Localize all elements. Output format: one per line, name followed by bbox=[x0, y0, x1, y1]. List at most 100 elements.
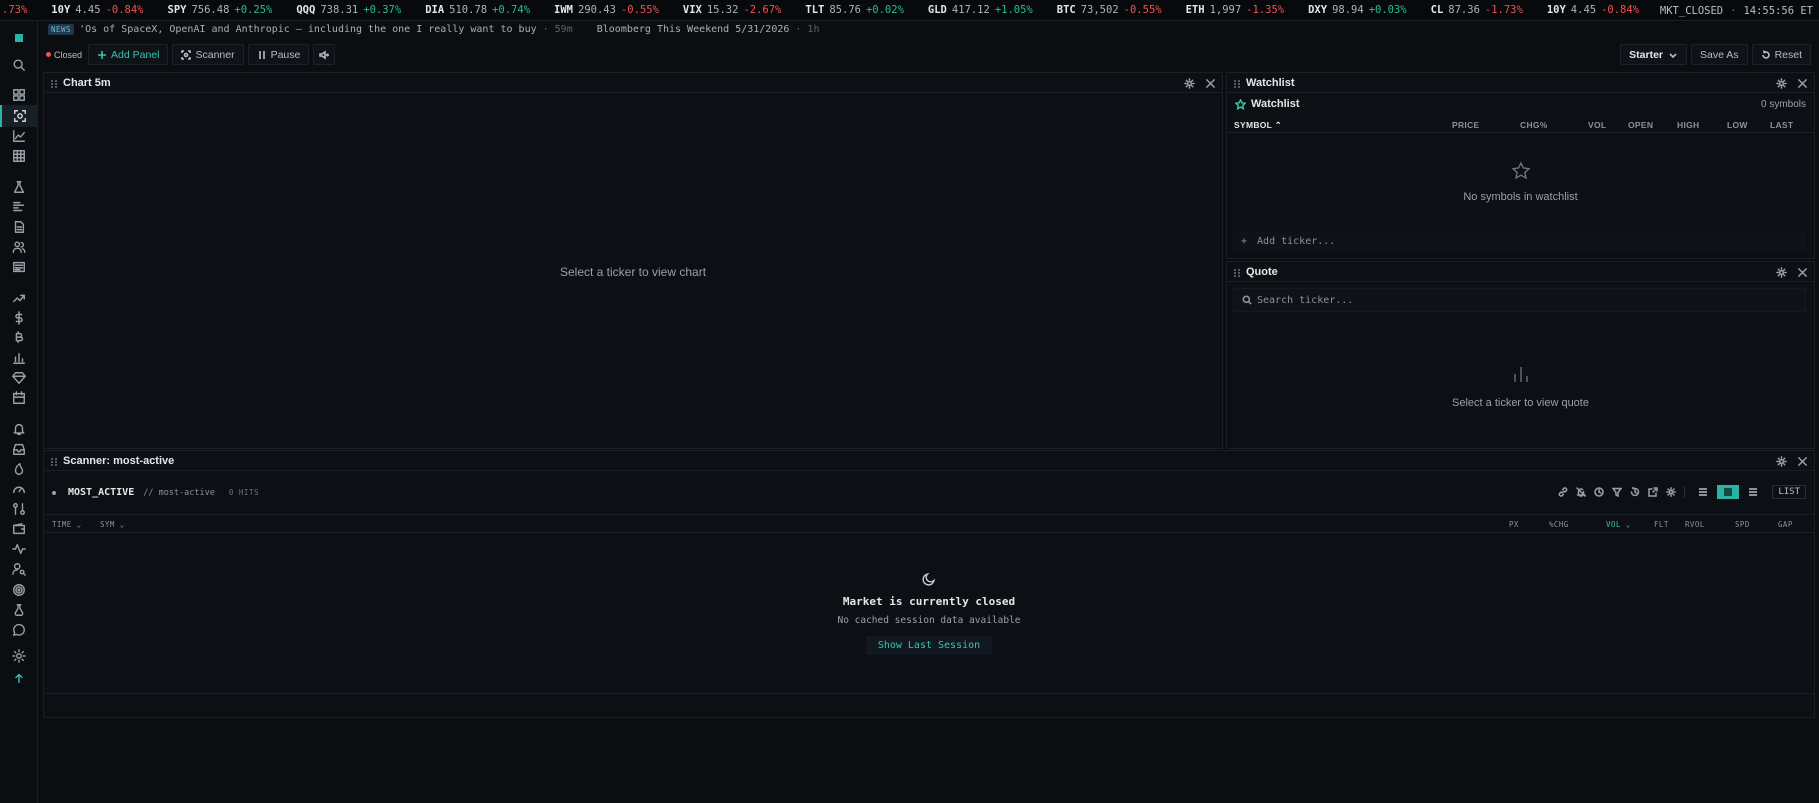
panel-header[interactable]: Scanner: most-active bbox=[44, 451, 1814, 471]
close-icon[interactable] bbox=[1796, 266, 1808, 278]
bars-icon[interactable] bbox=[8, 196, 30, 218]
history-icon[interactable] bbox=[1628, 485, 1642, 499]
show-last-session-button[interactable]: Show Last Session bbox=[865, 636, 993, 655]
news-headline[interactable]: Bloomberg This Weekend 5/31/2026 bbox=[597, 24, 790, 35]
ticker-item[interactable]: .73% bbox=[2, 4, 27, 16]
calendar-icon[interactable] bbox=[8, 387, 30, 409]
save-as-button[interactable]: Save As bbox=[1691, 44, 1748, 65]
close-icon[interactable] bbox=[1796, 77, 1808, 89]
link-icon[interactable] bbox=[1556, 485, 1570, 499]
trending-up-icon[interactable] bbox=[8, 287, 30, 309]
col-pctchg[interactable]: %CHG bbox=[1549, 520, 1569, 529]
col-low[interactable]: LOW bbox=[1727, 120, 1748, 130]
scanner-nav-icon[interactable] bbox=[0, 105, 38, 127]
col-gap[interactable]: GAP bbox=[1778, 520, 1793, 529]
search-icon[interactable] bbox=[8, 54, 30, 76]
col-open[interactable]: OPEN bbox=[1628, 120, 1653, 130]
ticker-item[interactable]: DXY 98.94 +0.03% bbox=[1308, 4, 1407, 16]
drag-handle-icon[interactable] bbox=[50, 78, 58, 88]
gear-icon[interactable] bbox=[1775, 77, 1787, 89]
close-icon[interactable] bbox=[1796, 455, 1808, 467]
mute-button[interactable] bbox=[313, 44, 336, 65]
table-icon[interactable] bbox=[8, 145, 30, 167]
drag-handle-icon[interactable] bbox=[1233, 267, 1241, 277]
col-last[interactable]: LAST bbox=[1770, 120, 1793, 130]
arrow-up-icon[interactable] bbox=[8, 667, 30, 689]
gear-icon[interactable] bbox=[1775, 266, 1787, 278]
col-vol[interactable]: VOL ⌄ bbox=[1606, 520, 1631, 529]
news-headline[interactable]: 'Os of SpaceX, OpenAI and Anthropic — in… bbox=[79, 24, 537, 35]
col-price[interactable]: PRICE bbox=[1452, 120, 1479, 130]
document-icon[interactable] bbox=[8, 216, 30, 238]
layout-select[interactable]: Starter bbox=[1620, 44, 1688, 65]
dashboard-icon[interactable] bbox=[8, 84, 30, 106]
col-flt[interactable]: FLT bbox=[1654, 520, 1669, 529]
user-search-icon[interactable] bbox=[8, 558, 30, 580]
filter-icon[interactable] bbox=[1610, 485, 1624, 499]
ticker-item[interactable]: BTC 73,502 -0.55% bbox=[1057, 4, 1162, 16]
clock-icon[interactable] bbox=[1592, 485, 1606, 499]
drag-handle-icon[interactable] bbox=[50, 456, 58, 466]
ticker-item[interactable]: QQQ 738.31 +0.37% bbox=[296, 4, 401, 16]
newspaper-icon[interactable] bbox=[8, 256, 30, 278]
bar-chart-icon[interactable] bbox=[8, 347, 30, 369]
flame-icon[interactable] bbox=[8, 458, 30, 480]
bitcoin-icon[interactable] bbox=[8, 327, 30, 349]
col-vol[interactable]: VOL bbox=[1588, 120, 1606, 130]
ticker-item[interactable]: VIX 15.32 -2.67% bbox=[683, 4, 782, 16]
watchlist-selector[interactable]: Watchlist 0 symbols bbox=[1227, 93, 1814, 115]
dollar-icon[interactable] bbox=[8, 307, 30, 329]
news-bar[interactable]: NEWS 'Os of SpaceX, OpenAI and Anthropic… bbox=[44, 21, 1819, 37]
ticker-item[interactable]: ETH 1,997 -1.35% bbox=[1186, 4, 1285, 16]
ticker-item[interactable]: TLT 85.76 +0.02% bbox=[805, 4, 904, 16]
dense-view-icon[interactable] bbox=[1742, 485, 1764, 499]
col-spd[interactable]: SPD bbox=[1735, 520, 1750, 529]
diamond-icon[interactable] bbox=[8, 367, 30, 389]
ticker-item[interactable]: IWM 290.43 -0.55% bbox=[554, 4, 659, 16]
ticker-item[interactable]: GLD 417.12 +1.05% bbox=[928, 4, 1033, 16]
settings-icon[interactable] bbox=[8, 645, 30, 667]
close-icon[interactable] bbox=[1204, 77, 1216, 89]
activity-icon[interactable] bbox=[8, 538, 30, 560]
target-icon[interactable] bbox=[8, 579, 30, 601]
col-chg[interactable]: CHG% bbox=[1520, 120, 1548, 130]
col-rvol[interactable]: RVOL bbox=[1685, 520, 1705, 529]
gear-icon[interactable] bbox=[1183, 77, 1195, 89]
add-ticker-input[interactable]: + Add ticker... bbox=[1233, 231, 1806, 251]
col-symbol[interactable]: SYMBOL ⌃ bbox=[1234, 120, 1282, 131]
normal-view-icon[interactable] bbox=[1717, 485, 1740, 499]
panel-header[interactable]: Quote bbox=[1227, 262, 1814, 282]
add-panel-button[interactable]: Add Panel bbox=[88, 44, 169, 65]
col-time[interactable]: TIME ⌄ bbox=[52, 520, 82, 529]
panel-header[interactable]: Chart 5m bbox=[44, 73, 1222, 93]
reset-button[interactable]: Reset bbox=[1751, 44, 1811, 65]
gauge-icon[interactable] bbox=[8, 478, 30, 500]
bell-off-icon[interactable] bbox=[1574, 485, 1588, 499]
flask-icon[interactable] bbox=[8, 176, 30, 198]
ticker-search-input[interactable]: Search ticker... bbox=[1233, 288, 1806, 312]
list-mode-button[interactable]: LIST bbox=[1772, 485, 1806, 499]
ticker-item[interactable]: 10Y 4.45 -0.84% bbox=[51, 4, 143, 16]
git-compare-icon[interactable] bbox=[8, 498, 30, 520]
col-sym[interactable]: SYM ⌄ bbox=[100, 520, 125, 529]
ticker-item[interactable]: DIA 510.78 +0.74% bbox=[425, 4, 530, 16]
beaker-icon[interactable] bbox=[8, 599, 30, 621]
panel-header[interactable]: Watchlist bbox=[1227, 73, 1814, 93]
pause-button[interactable]: Pause bbox=[247, 44, 310, 65]
gear-icon[interactable] bbox=[1664, 485, 1678, 499]
drag-handle-icon[interactable] bbox=[1233, 78, 1241, 88]
wallet-icon[interactable] bbox=[8, 518, 30, 540]
scanner-button[interactable]: Scanner bbox=[172, 44, 244, 65]
line-chart-icon[interactable] bbox=[8, 125, 30, 147]
inbox-icon[interactable] bbox=[8, 438, 30, 460]
external-link-icon[interactable] bbox=[1646, 485, 1660, 499]
users-icon[interactable] bbox=[8, 236, 30, 258]
ticker-item[interactable]: CL 87.36 -1.73% bbox=[1431, 4, 1523, 16]
col-high[interactable]: HIGH bbox=[1677, 120, 1699, 130]
gear-icon[interactable] bbox=[1775, 455, 1787, 467]
bell-icon[interactable] bbox=[8, 418, 30, 440]
col-px[interactable]: PX bbox=[1509, 520, 1519, 529]
ticker-item[interactable]: SPY 756.48 +0.25% bbox=[168, 4, 273, 16]
compact-view-icon[interactable] bbox=[1692, 485, 1714, 499]
chat-icon[interactable] bbox=[8, 619, 30, 641]
